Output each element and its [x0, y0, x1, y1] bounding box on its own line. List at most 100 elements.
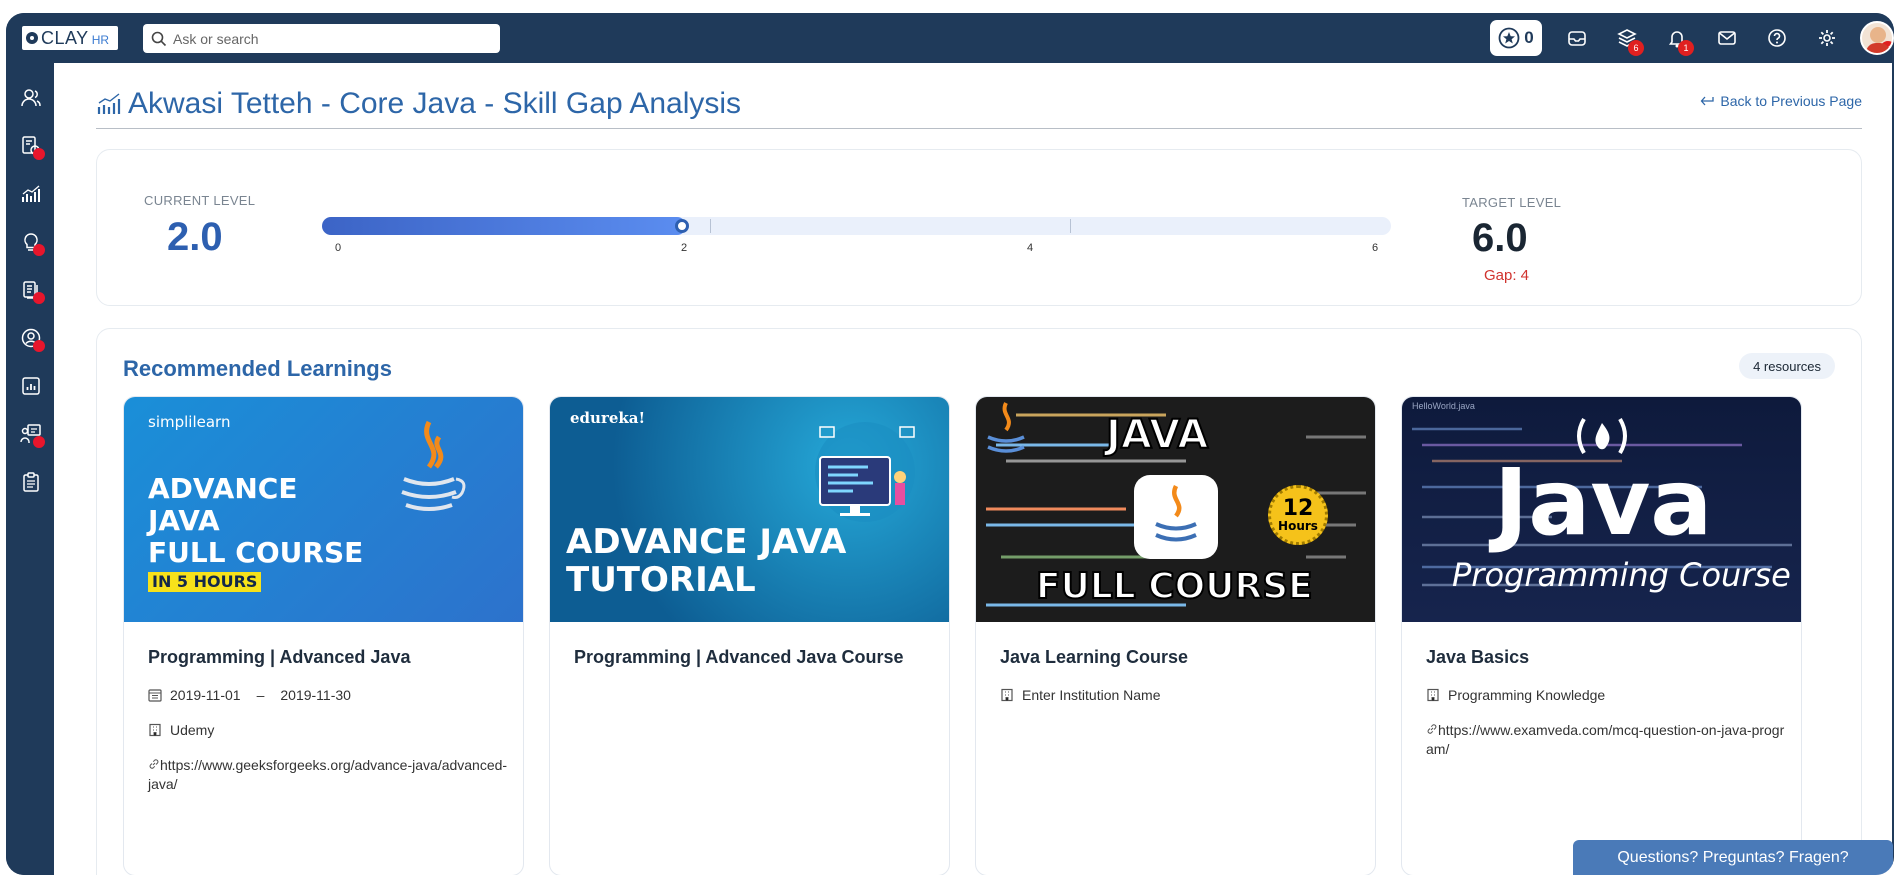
help-button[interactable] [1752, 20, 1802, 56]
course-start-date: 2019-11-01 [170, 687, 241, 703]
sidebar-alert-dot [33, 148, 45, 160]
growth-chart-icon [97, 93, 121, 114]
points-count: 0 [1524, 28, 1534, 47]
course-url[interactable]: https://www.examveda.com/mcq-question-on… [1426, 721, 1786, 759]
course-institution: Enter Institution Name [1000, 687, 1161, 703]
course-card[interactable]: simplilearn ADVANCE JAVA FULL COURSE IN … [123, 396, 524, 875]
link-icon [149, 759, 159, 769]
top-bar: CLAY HR 0 6 1 [6, 13, 1894, 63]
sidebar-item-reports[interactable] [18, 373, 44, 399]
course-url-text[interactable]: https://www.geeksforgeeks.org/advance-ja… [148, 757, 507, 792]
current-level-value: 2.0 [167, 215, 223, 259]
main-content: Akwasi Tetteh - Core Java - Skill Gap An… [54, 63, 1892, 875]
mail-icon [1718, 31, 1736, 45]
course-thumbnail[interactable]: HelloWorld.java Java Programming Course [1402, 397, 1801, 622]
sidebar-item-checklist[interactable] [18, 469, 44, 495]
level-tick-label: 0 [335, 242, 342, 254]
course-card[interactable]: edureka! ADVANCE JAVA TUTORIAL Programmi… [549, 396, 950, 875]
back-to-previous-link[interactable]: Back to Previous Page [1700, 93, 1862, 109]
clipboard-list-icon [23, 472, 39, 492]
current-level-label: CURRENT LEVEL [144, 193, 256, 208]
page-header: Akwasi Tetteh - Core Java - Skill Gap An… [96, 87, 741, 121]
thumbnail-heading: ADVANCE JAVA [566, 522, 847, 562]
notifications-button[interactable]: 1 [1652, 20, 1702, 56]
level-tick-mark [710, 219, 711, 233]
question-circle-icon [1768, 29, 1786, 47]
help-chat-tab[interactable]: Questions? Preguntas? Fragen? [1573, 840, 1893, 875]
sidebar-item-analytics[interactable] [18, 181, 44, 207]
search-box[interactable] [143, 24, 500, 53]
thumbnail-heading: FULL COURSE [148, 536, 364, 569]
notifications-badge: 1 [1678, 40, 1694, 56]
sidebar-item-payroll[interactable] [18, 133, 45, 160]
sidebar-item-skills[interactable] [18, 229, 45, 256]
thumbnail-subheading: Programming Course [1452, 556, 1791, 594]
hours-label: Hours [1278, 519, 1318, 533]
course-thumbnail[interactable]: JAVA 12 Hours FULL COURSE [976, 397, 1375, 622]
target-level-value: 6.0 [1472, 216, 1528, 260]
sidebar-item-profile[interactable] [18, 325, 45, 352]
level-tick-label: 6 [1372, 242, 1379, 254]
logo-subtext: HR [91, 32, 110, 47]
thumbnail-heading: ADVANCE [148, 472, 298, 505]
course-thumbnail[interactable]: edureka! ADVANCE JAVA TUTORIAL [550, 397, 949, 622]
level-progress-fill [322, 217, 686, 235]
clayhr-logo[interactable]: CLAY HR [22, 26, 118, 50]
growth-chart-icon [22, 185, 40, 202]
recommended-title: Recommended Learnings [123, 356, 392, 381]
sidebar-alert-dot [33, 244, 45, 256]
course-title[interactable]: Programming | Advanced Java Course [574, 647, 903, 668]
java-logo-icon [987, 402, 1025, 453]
learning-badge: 6 [1628, 40, 1644, 56]
learning-button[interactable]: 6 [1602, 20, 1652, 56]
target-level-label: TARGET LEVEL [1462, 195, 1562, 210]
course-title[interactable]: Java Learning Course [1000, 647, 1188, 668]
institution-name: Programming Knowledge [1448, 687, 1606, 703]
avatar-badge: 12 [1880, 41, 1892, 53]
thumbnail-heading: FULL COURSE [1035, 566, 1314, 607]
inbox-button[interactable] [1552, 20, 1602, 56]
hours-number: 12 [1282, 496, 1314, 521]
back-link-label: Back to Previous Page [1720, 93, 1862, 109]
course-card[interactable]: JAVA 12 Hours FULL COURSE Java Learning … [975, 396, 1376, 875]
points-button[interactable]: 0 [1490, 20, 1542, 56]
sidebar-item-people[interactable] [18, 85, 44, 111]
logo-text: CLAY [41, 27, 89, 48]
inbox-icon [1568, 31, 1586, 46]
thumbnail-brand: edureka! [570, 409, 646, 427]
level-tick-mark [1070, 219, 1071, 233]
title-divider [96, 128, 1862, 129]
search-icon [151, 31, 167, 46]
star-badge-icon [1498, 27, 1520, 49]
course-title[interactable]: Programming | Advanced Java [148, 647, 410, 668]
user-avatar[interactable]: 12 [1860, 21, 1894, 55]
mail-button[interactable] [1702, 20, 1752, 56]
sidebar-item-training[interactable] [18, 421, 45, 448]
thumbnail-tag: IN 5 HOURS [148, 572, 262, 592]
course-card[interactable]: HelloWorld.java Java Programming Course … [1401, 396, 1802, 875]
institution-icon [1001, 688, 1013, 702]
skill-level-card: CURRENT LEVEL 2.0 0 2 4 6 TARGET LEVEL 6… [96, 149, 1862, 306]
return-arrow-icon [1700, 96, 1715, 106]
course-dates: 2019-11-01 – 2019-11-30 [148, 687, 351, 703]
course-thumbnail[interactable]: simplilearn ADVANCE JAVA FULL COURSE IN … [124, 397, 523, 622]
resource-count-badge: 4 resources [1739, 353, 1835, 379]
top-icon-bar: 0 6 1 12 [1490, 20, 1894, 56]
gear-icon [1819, 30, 1835, 46]
level-progress-track [322, 217, 1391, 235]
link-icon [1427, 724, 1437, 734]
thumbnail-brand: simplilearn [148, 413, 231, 431]
sidebar [6, 63, 54, 875]
sidebar-alert-dot [33, 292, 45, 304]
current-level-marker [675, 219, 689, 233]
course-url-text[interactable]: https://www.examveda.com/mcq-question-on… [1426, 722, 1784, 757]
page-title: Akwasi Tetteh - Core Java - Skill Gap An… [128, 87, 742, 120]
course-url[interactable]: https://www.geeksforgeeks.org/advance-ja… [148, 756, 508, 794]
calendar-icon [148, 689, 162, 702]
course-title[interactable]: Java Basics [1426, 647, 1529, 668]
sidebar-item-documents[interactable] [18, 277, 45, 304]
settings-button[interactable] [1802, 20, 1852, 56]
search-input[interactable] [173, 30, 473, 47]
institution-name: Udemy [170, 722, 215, 738]
users-icon [21, 89, 41, 107]
